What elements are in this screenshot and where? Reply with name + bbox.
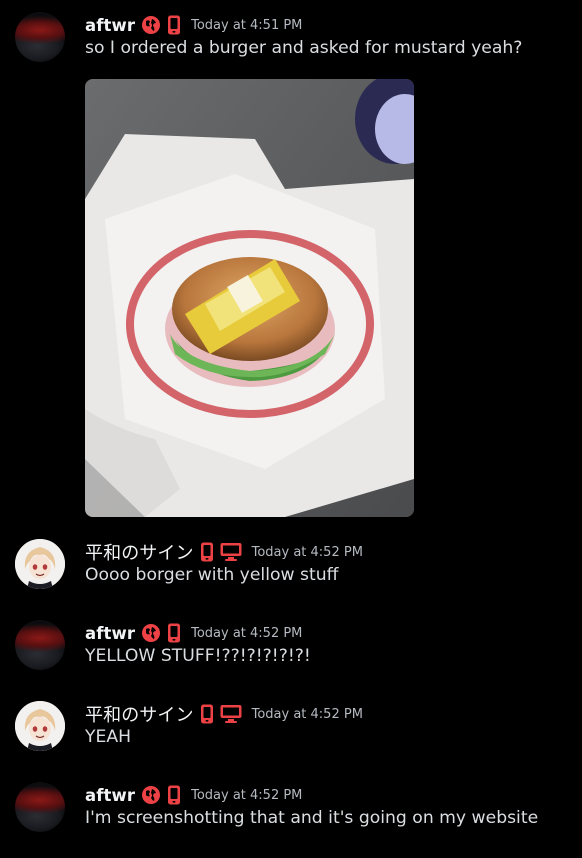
mobile-phone-icon xyxy=(167,785,181,805)
message-header: aftwr Today at 4:52 PM xyxy=(85,620,302,646)
message-header: aftwr Today at 4:52 PM xyxy=(85,782,302,808)
mobile-phone-icon xyxy=(200,704,214,724)
message-content: Oooo borger with yellow stuff xyxy=(85,565,339,585)
globe-icon xyxy=(141,15,161,35)
message-content: YEAH xyxy=(85,727,132,747)
desktop-monitor-icon xyxy=(220,704,242,724)
message-header: 平和のサイン Today at 4:52 PM xyxy=(85,701,363,727)
avatar[interactable] xyxy=(15,620,65,670)
message-content: I'm screenshotting that and it's going o… xyxy=(85,808,539,828)
chat-messages: aftwr Today at 4:51 PM so I ordered a bu… xyxy=(0,0,582,858)
username[interactable]: 平和のサイン xyxy=(85,701,194,727)
avatar[interactable] xyxy=(15,539,65,589)
mobile-phone-icon xyxy=(167,15,181,35)
avatar[interactable] xyxy=(15,701,65,751)
timestamp[interactable]: Today at 4:52 PM xyxy=(191,626,302,641)
username[interactable]: aftwr xyxy=(85,624,135,643)
burger-photo-icon xyxy=(85,79,414,517)
username[interactable]: 平和のサイン xyxy=(85,539,194,565)
message-header: 平和のサイン Today at 4:52 PM xyxy=(85,539,363,565)
mobile-phone-icon xyxy=(200,542,214,562)
message-content: YELLOW STUFF!??!?!?!?!?! xyxy=(85,646,311,666)
desktop-monitor-icon xyxy=(220,542,242,562)
image-attachment[interactable] xyxy=(85,79,414,517)
message-content: so I ordered a burger and asked for must… xyxy=(85,38,523,58)
timestamp[interactable]: Today at 4:52 PM xyxy=(252,707,363,722)
timestamp[interactable]: Today at 4:52 PM xyxy=(252,545,363,560)
message-header: aftwr Today at 4:51 PM xyxy=(85,12,302,38)
avatar[interactable] xyxy=(15,12,65,62)
timestamp[interactable]: Today at 4:51 PM xyxy=(191,18,302,33)
globe-icon xyxy=(141,623,161,643)
avatar[interactable] xyxy=(15,782,65,832)
username[interactable]: aftwr xyxy=(85,16,135,35)
username[interactable]: aftwr xyxy=(85,786,135,805)
globe-icon xyxy=(141,785,161,805)
timestamp[interactable]: Today at 4:52 PM xyxy=(191,788,302,803)
mobile-phone-icon xyxy=(167,623,181,643)
